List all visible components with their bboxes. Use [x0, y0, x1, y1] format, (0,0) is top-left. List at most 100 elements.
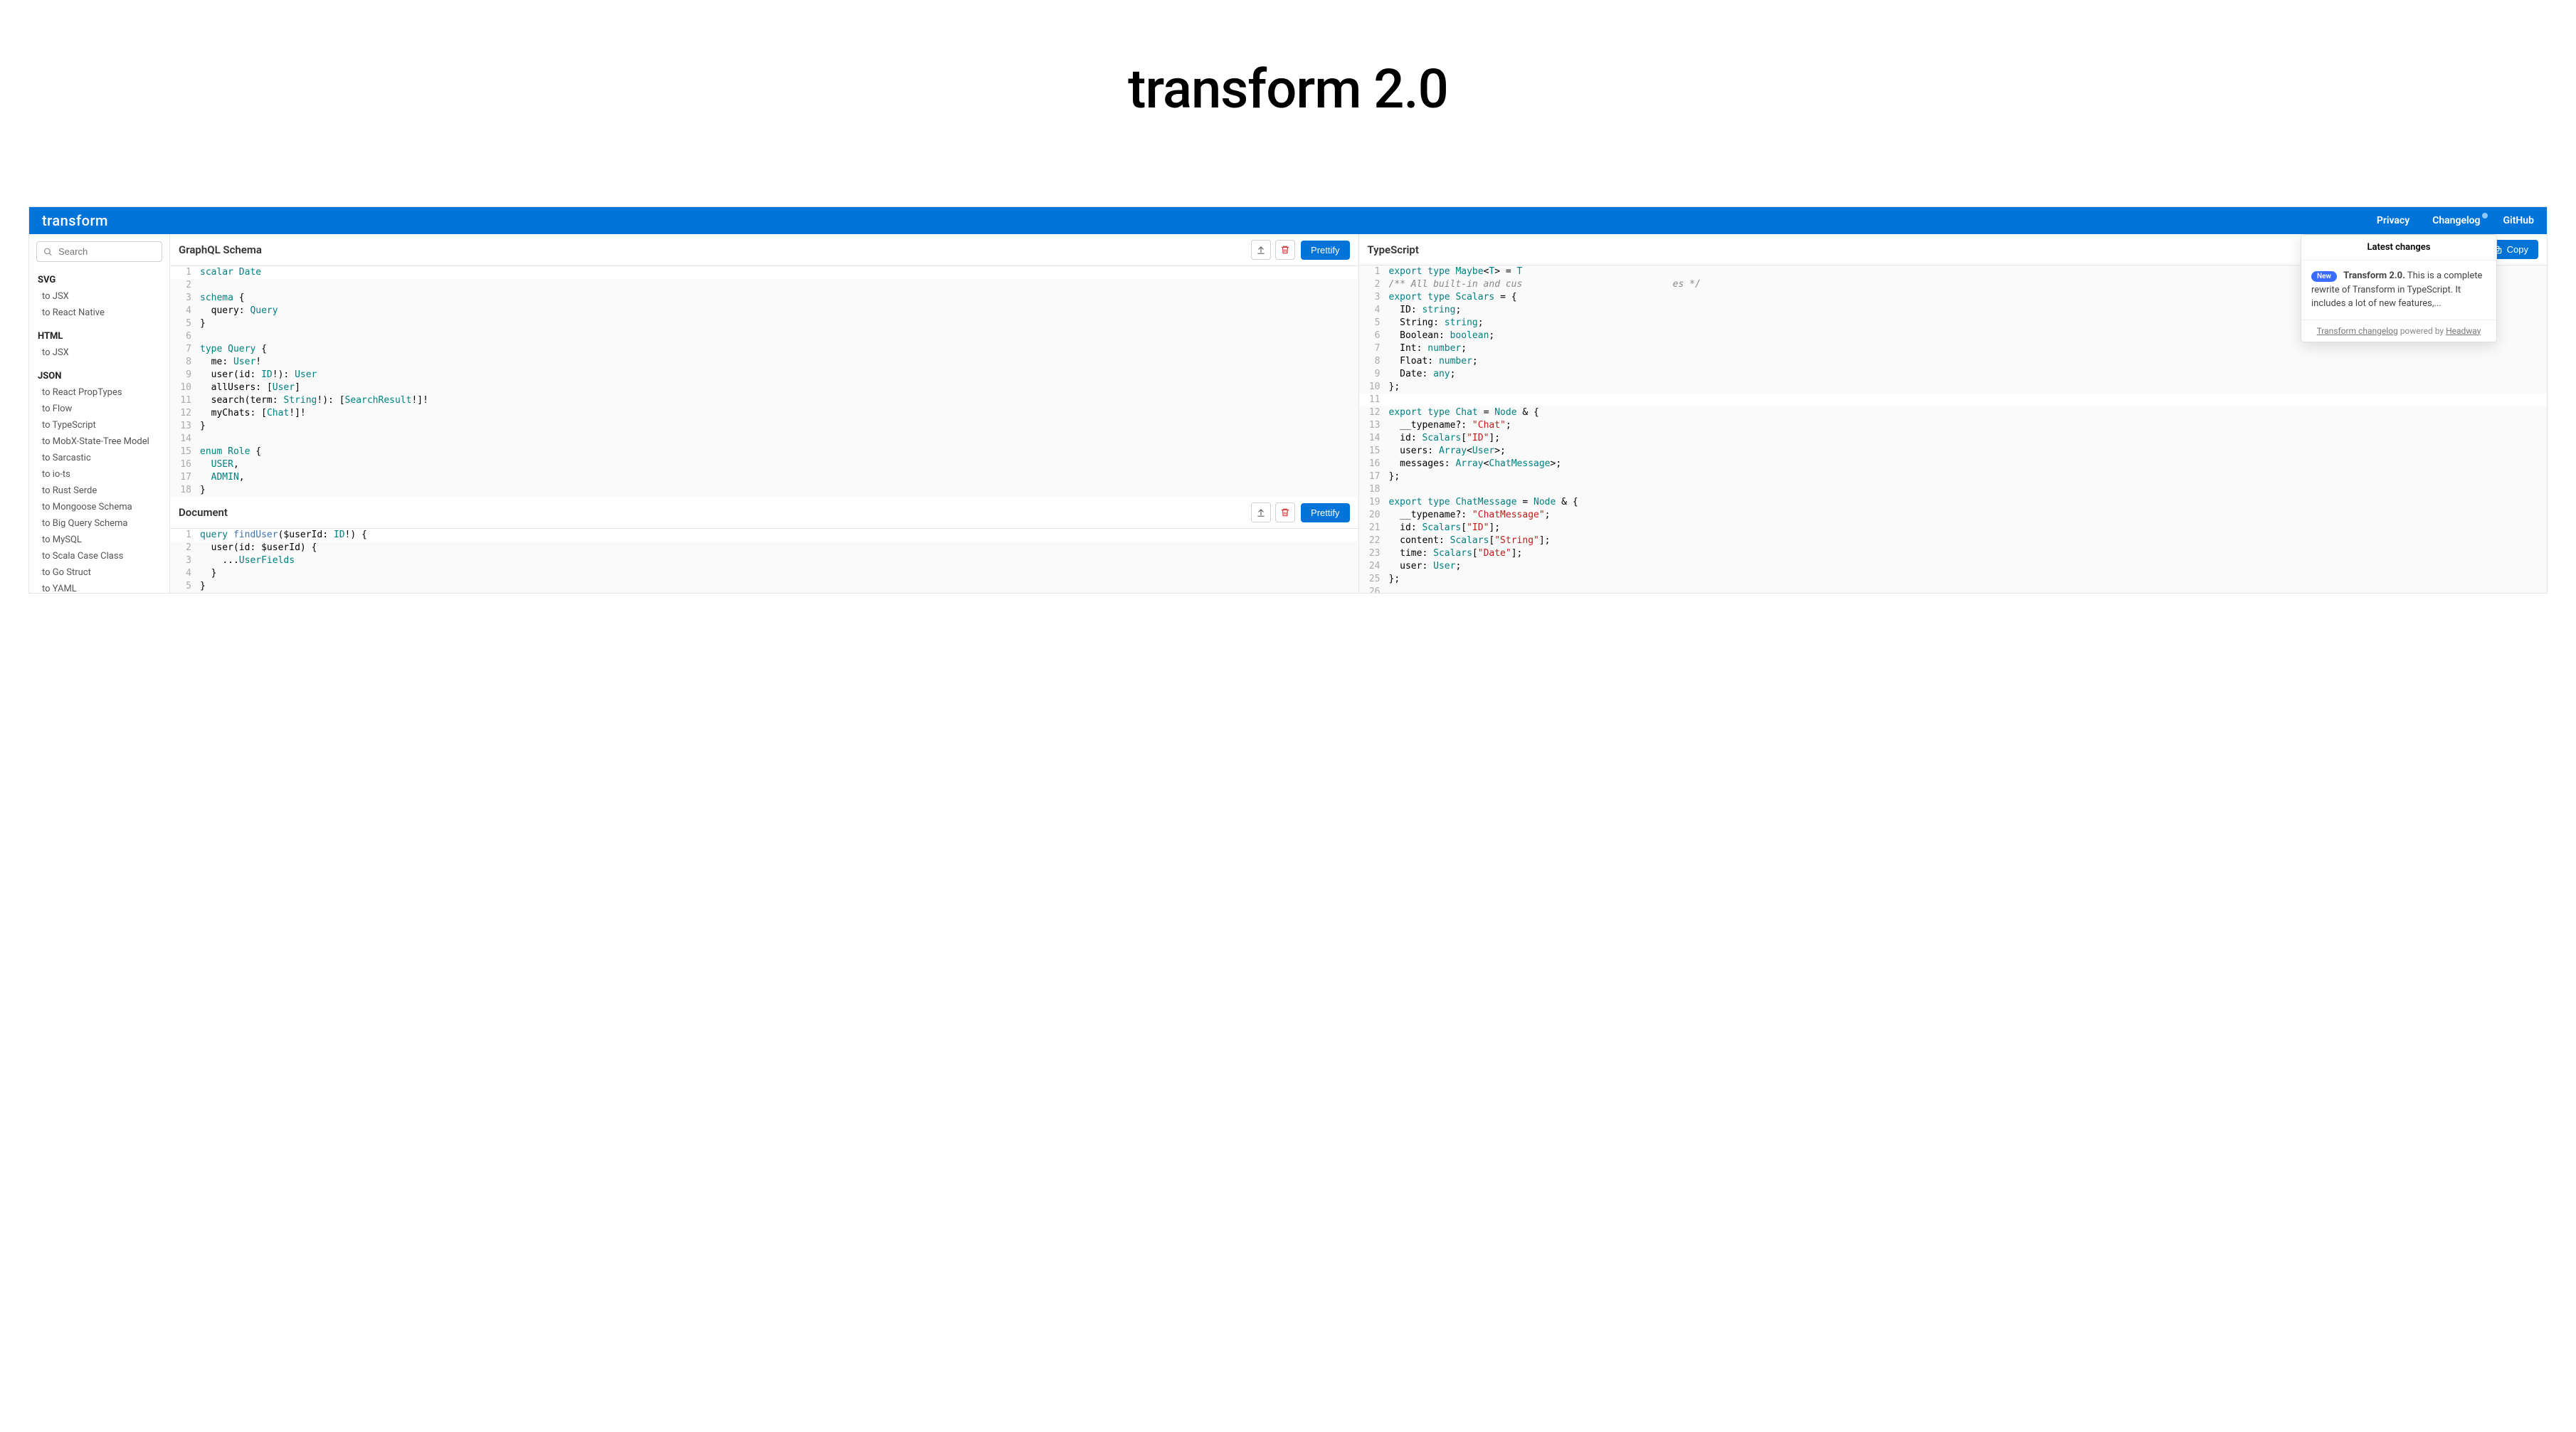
document-clear-button[interactable] [1275, 502, 1295, 522]
code-line[interactable]: 2 user(id: $userId) { [170, 542, 1358, 554]
code-content [200, 330, 207, 343]
code-content: export type Chat = Node & { [1389, 406, 1546, 419]
code-line[interactable]: 10 allUsers: [User] [170, 381, 1358, 394]
schema-upload-button[interactable] [1251, 240, 1271, 260]
code-line[interactable]: 18 [1359, 483, 2548, 496]
code-line[interactable]: 11 search(term: String!): [SearchResult!… [170, 394, 1358, 407]
code-content: allUsers: [User] [200, 381, 307, 394]
code-content: USER, [200, 458, 246, 471]
sidebar-item[interactable]: to Flow [36, 401, 162, 417]
code-line[interactable]: 7type Query { [170, 343, 1358, 356]
code-line[interactable]: 21 id: Scalars["ID"]; [1359, 522, 2548, 535]
code-line[interactable]: 22 content: Scalars["String"]; [1359, 535, 2548, 547]
sidebar-group: SVGto JSXto React Native [36, 272, 162, 321]
code-line[interactable]: 3 ...UserFields [170, 554, 1358, 567]
code-content: } [200, 317, 213, 330]
nav-changelog[interactable]: Changelog [2432, 215, 2480, 226]
code-line[interactable]: 19export type ChatMessage = Node & { [1359, 496, 2548, 509]
panes: GraphQL Schema Prettify 1scalar Date23sc… [170, 234, 2547, 593]
code-line[interactable]: 7 Int: number; [1359, 342, 2548, 355]
code-line[interactable]: 13} [170, 420, 1358, 433]
schema-clear-button[interactable] [1275, 240, 1295, 260]
code-content: Boolean: boolean; [1389, 330, 1502, 342]
schema-prettify-button[interactable]: Prettify [1301, 241, 1349, 260]
document-prettify-button[interactable]: Prettify [1301, 503, 1349, 522]
line-number: 18 [1359, 483, 1389, 496]
sidebar-item[interactable]: to Scala Case Class [36, 548, 162, 564]
nav-github[interactable]: GitHub [2503, 215, 2534, 226]
code-line[interactable]: 11 [1359, 394, 2548, 406]
code-line[interactable]: 6 [170, 330, 1358, 343]
code-line[interactable]: 8 me: User! [170, 356, 1358, 369]
sidebar-item[interactable]: to MobX-State-Tree Model [36, 433, 162, 450]
sidebar-item[interactable]: to JSX [36, 288, 162, 305]
code-content: messages: Array<ChatMessage>; [1389, 458, 1569, 470]
sidebar-item[interactable]: to YAML [36, 581, 162, 593]
code-line[interactable]: 18} [170, 484, 1358, 497]
changelog-footer-link[interactable]: Transform changelog [2317, 326, 2398, 336]
code-line[interactable]: 26 [1359, 586, 2548, 593]
code-content [1389, 394, 1396, 406]
line-number: 13 [1359, 419, 1389, 432]
schema-editor[interactable]: 1scalar Date23schema {4 query: Query5}67… [170, 266, 1358, 497]
code-line[interactable]: 8 Float: number; [1359, 355, 2548, 368]
code-content: Float: number; [1389, 355, 1485, 368]
search-input[interactable] [36, 241, 162, 262]
code-line[interactable]: 16 messages: Array<ChatMessage>; [1359, 458, 2548, 470]
code-line[interactable]: 1query findUser($userId: ID!) { [170, 529, 1358, 542]
sidebar-item[interactable]: to React PropTypes [36, 384, 162, 401]
code-line[interactable]: 17 ADMIN, [170, 471, 1358, 484]
code-line[interactable]: 4 query: Query [170, 305, 1358, 317]
nav-privacy[interactable]: Privacy [2377, 215, 2409, 226]
code-line[interactable]: 10}; [1359, 381, 2548, 394]
sidebar-item[interactable]: to TypeScript [36, 417, 162, 433]
line-number: 11 [1359, 394, 1389, 406]
code-content: schema { [200, 292, 252, 305]
code-line[interactable]: 5} [170, 580, 1358, 593]
code-line[interactable]: 9 Date: any; [1359, 368, 2548, 381]
code-line[interactable]: 14 id: Scalars["ID"]; [1359, 432, 2548, 445]
code-content [1389, 586, 1396, 593]
code-line[interactable]: 15enum Role { [170, 446, 1358, 458]
code-line[interactable]: 25}; [1359, 573, 2548, 586]
document-editor[interactable]: 1query findUser($userId: ID!) {2 user(id… [170, 529, 1358, 593]
line-number: 6 [1359, 330, 1389, 342]
code-line[interactable]: 24 user: User; [1359, 560, 2548, 573]
document-upload-button[interactable] [1251, 502, 1271, 522]
code-content: users: Array<User>; [1389, 445, 1513, 458]
changelog-entry[interactable]: New Transform 2.0. This is a complete re… [2301, 260, 2496, 320]
code-content: ADMIN, [200, 471, 252, 484]
sidebar-item[interactable]: to Mongoose Schema [36, 499, 162, 515]
code-line[interactable]: 3schema { [170, 292, 1358, 305]
code-line[interactable]: 14 [170, 433, 1358, 446]
sidebar-item[interactable]: to io-ts [36, 466, 162, 483]
code-line[interactable]: 9 user(id: ID!): User [170, 369, 1358, 381]
line-number: 1 [1359, 265, 1389, 278]
code-line[interactable]: 20 __typename?: "ChatMessage"; [1359, 509, 2548, 522]
sidebar-item[interactable]: to MySQL [36, 532, 162, 548]
sidebar-item[interactable]: to Sarcastic [36, 450, 162, 466]
code-line[interactable]: 12 myChats: [Chat!]! [170, 407, 1358, 420]
code-line[interactable]: 5} [170, 317, 1358, 330]
code-line[interactable]: 2 [170, 279, 1358, 292]
hero: transform 2.0 [0, 0, 2576, 206]
sidebar-item[interactable]: to React Native [36, 305, 162, 321]
line-number: 2 [170, 542, 200, 554]
line-number: 26 [1359, 586, 1389, 593]
code-line[interactable]: 23 time: Scalars["Date"]; [1359, 547, 2548, 560]
code-line[interactable]: 16 USER, [170, 458, 1358, 471]
code-line[interactable]: 4 } [170, 567, 1358, 580]
code-line[interactable]: 1scalar Date [170, 266, 1358, 279]
line-number: 22 [1359, 535, 1389, 547]
sidebar-item[interactable]: to Rust Serde [36, 483, 162, 499]
sidebar-item[interactable]: to JSX [36, 344, 162, 361]
code-line[interactable]: 17}; [1359, 470, 2548, 483]
output-pane-title: TypeScript [1368, 243, 1419, 256]
code-line[interactable]: 15 users: Array<User>; [1359, 445, 2548, 458]
code-line[interactable]: 13 __typename?: "Chat"; [1359, 419, 2548, 432]
code-line[interactable]: 12export type Chat = Node & { [1359, 406, 2548, 419]
changelog-footer-brand[interactable]: Headway [2446, 326, 2481, 336]
brand-logo[interactable]: transform [42, 212, 108, 229]
sidebar-item[interactable]: to Big Query Schema [36, 515, 162, 532]
sidebar-item[interactable]: to Go Struct [36, 564, 162, 581]
